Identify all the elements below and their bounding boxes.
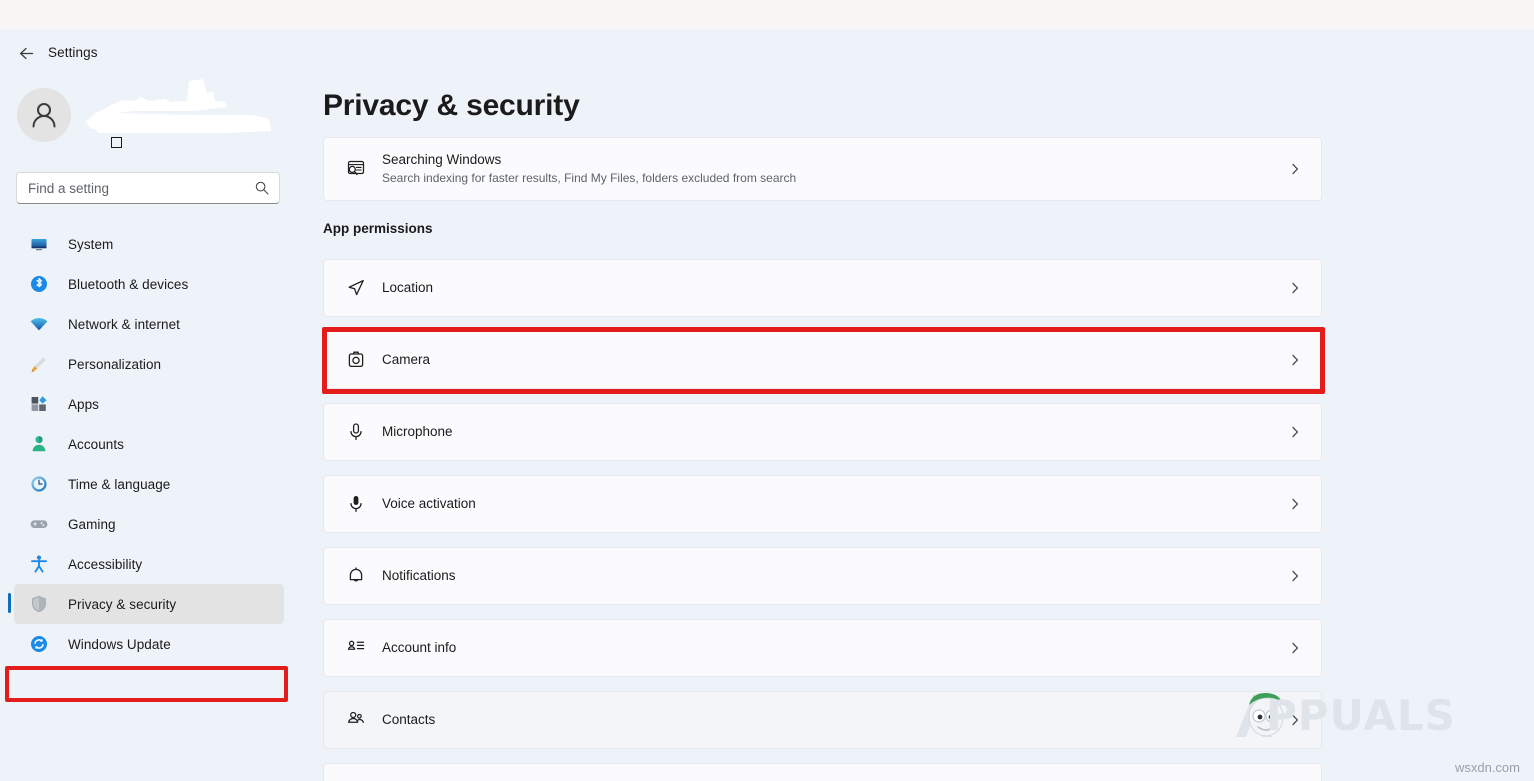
card-permission-account-info[interactable]: Account info — [323, 619, 1322, 677]
sidebar: System Bluetooth & devices — [0, 79, 300, 781]
gamepad-icon — [28, 513, 50, 535]
sidebar-item-accounts[interactable]: Accounts — [14, 424, 284, 464]
search-input[interactable] — [28, 173, 238, 203]
card-title: Camera — [382, 352, 430, 367]
chevron-right-icon — [1287, 280, 1303, 296]
sidebar-nav-list: System Bluetooth & devices — [0, 224, 300, 664]
card-permission-notifications[interactable]: Notifications — [323, 547, 1322, 605]
card-title: Notifications — [382, 568, 456, 583]
sidebar-item-label: Accessibility — [68, 557, 142, 572]
sidebar-item-label: Gaming — [68, 517, 116, 532]
camera-icon — [344, 348, 368, 372]
sidebar-item-time-language[interactable]: Time & language — [14, 464, 284, 504]
bluetooth-icon — [28, 273, 50, 295]
chevron-right-icon — [1287, 568, 1303, 584]
card-permission-partial-next[interactable] — [323, 763, 1322, 781]
card-permission-microphone[interactable]: Microphone — [323, 403, 1322, 461]
selection-indicator — [8, 593, 11, 613]
accessibility-person-icon — [28, 553, 50, 575]
redaction-marker-square — [111, 137, 122, 148]
sidebar-item-label: Privacy & security — [68, 597, 176, 612]
sidebar-highlight-annotation — [5, 666, 288, 702]
card-text: Contacts — [382, 711, 1287, 729]
section-heading-app-permissions: App permissions — [323, 221, 433, 236]
app-title: Settings — [48, 45, 98, 60]
chevron-right-icon — [1287, 496, 1303, 512]
wifi-icon — [28, 313, 50, 335]
card-text: Microphone — [382, 423, 1287, 441]
chevron-right-icon — [1287, 161, 1303, 177]
search-icon — [254, 180, 270, 196]
location-arrow-icon — [344, 276, 368, 300]
bell-icon — [344, 564, 368, 588]
chevron-right-icon — [1287, 712, 1303, 728]
arrow-left-icon — [17, 44, 36, 63]
clock-icon — [28, 473, 50, 495]
sidebar-item-label: Personalization — [68, 357, 161, 372]
avatar — [17, 88, 71, 142]
card-text: Searching Windows Search indexing for fa… — [382, 151, 1287, 187]
search-window-icon — [344, 157, 368, 181]
sidebar-item-windows-update[interactable]: Windows Update — [14, 624, 284, 664]
card-title: Account info — [382, 640, 456, 655]
paintbrush-icon — [28, 353, 50, 375]
sidebar-item-label: System — [68, 237, 113, 252]
sidebar-item-label: Apps — [68, 397, 99, 412]
sidebar-item-personalization[interactable]: Personalization — [14, 344, 284, 384]
chevron-right-icon — [1287, 352, 1303, 368]
contacts-people-icon — [344, 708, 368, 732]
card-title: Microphone — [382, 424, 453, 439]
shield-icon — [28, 593, 50, 615]
settings-header: Settings — [0, 29, 1534, 79]
update-refresh-icon — [28, 633, 50, 655]
sidebar-item-apps[interactable]: Apps — [14, 384, 284, 424]
sidebar-item-accessibility[interactable]: Accessibility — [14, 544, 284, 584]
person-avatar-icon — [27, 98, 61, 132]
card-text: Voice activation — [382, 495, 1287, 513]
account-person-icon — [28, 433, 50, 455]
sidebar-item-label: Time & language — [68, 477, 170, 492]
sidebar-item-gaming[interactable]: Gaming — [14, 504, 284, 544]
sidebar-item-label: Accounts — [68, 437, 124, 452]
sidebar-item-system[interactable]: System — [14, 224, 284, 264]
card-text: Camera — [382, 351, 1287, 369]
card-title: Voice activation — [382, 496, 476, 511]
page-title: Privacy & security — [323, 89, 580, 123]
back-button[interactable] — [10, 37, 42, 69]
apps-grid-icon — [28, 393, 50, 415]
sidebar-item-label: Windows Update — [68, 637, 171, 652]
card-permission-location[interactable]: Location — [323, 259, 1322, 317]
sidebar-item-network-internet[interactable]: Network & internet — [14, 304, 284, 344]
chevron-right-icon — [1287, 424, 1303, 440]
main-content: Privacy & security Searching Windows Sea… — [300, 79, 1534, 781]
system-monitor-icon — [28, 233, 50, 255]
microphone-filled-icon — [344, 492, 368, 516]
sidebar-item-bluetooth-devices[interactable]: Bluetooth & devices — [14, 264, 284, 304]
microphone-outline-icon — [344, 420, 368, 444]
card-title: Contacts — [382, 712, 435, 727]
card-title: Searching Windows — [382, 151, 1287, 169]
redacted-account-name — [75, 77, 285, 149]
card-title: Location — [382, 280, 433, 295]
card-permission-camera[interactable]: Camera — [323, 331, 1322, 389]
search-box[interactable] — [16, 172, 280, 204]
sidebar-item-label: Bluetooth & devices — [68, 277, 188, 292]
chevron-right-icon — [1287, 640, 1303, 656]
account-tile[interactable] — [17, 85, 283, 155]
card-permission-voice-activation[interactable]: Voice activation — [323, 475, 1322, 533]
account-info-icon — [344, 636, 368, 660]
window-titlebar — [0, 0, 1534, 29]
settings-window: Settings — [0, 0, 1534, 781]
card-subtitle: Search indexing for faster results, Find… — [382, 170, 1287, 187]
card-text: Notifications — [382, 567, 1287, 585]
card-text: Location — [382, 279, 1287, 297]
card-searching-windows[interactable]: Searching Windows Search indexing for fa… — [323, 137, 1322, 201]
sidebar-item-label: Network & internet — [68, 317, 180, 332]
card-text: Account info — [382, 639, 1287, 657]
card-permission-contacts[interactable]: Contacts — [323, 691, 1322, 749]
sidebar-item-privacy-security[interactable]: Privacy & security — [14, 584, 284, 624]
